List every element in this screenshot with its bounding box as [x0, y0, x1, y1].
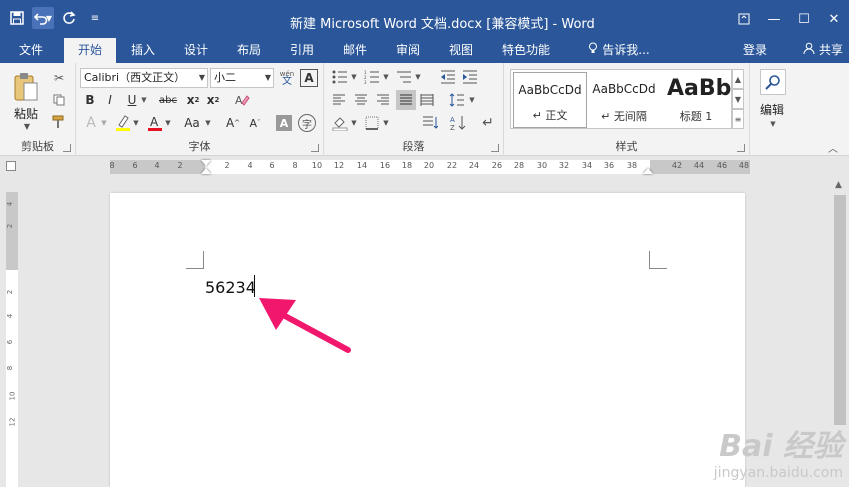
- watermark-url: jingyan.baidu.com: [713, 465, 843, 481]
- baidu-watermark: Bai 经验 jingyan.baidu.com: [714, 421, 843, 481]
- annotation-arrow: [259, 298, 351, 353]
- word-window: ▼ ≡ 新建 Microsoft Word 文档.docx [兼容模式] - W…: [0, 0, 849, 487]
- watermark-logo: Bai 经验: [719, 429, 843, 464]
